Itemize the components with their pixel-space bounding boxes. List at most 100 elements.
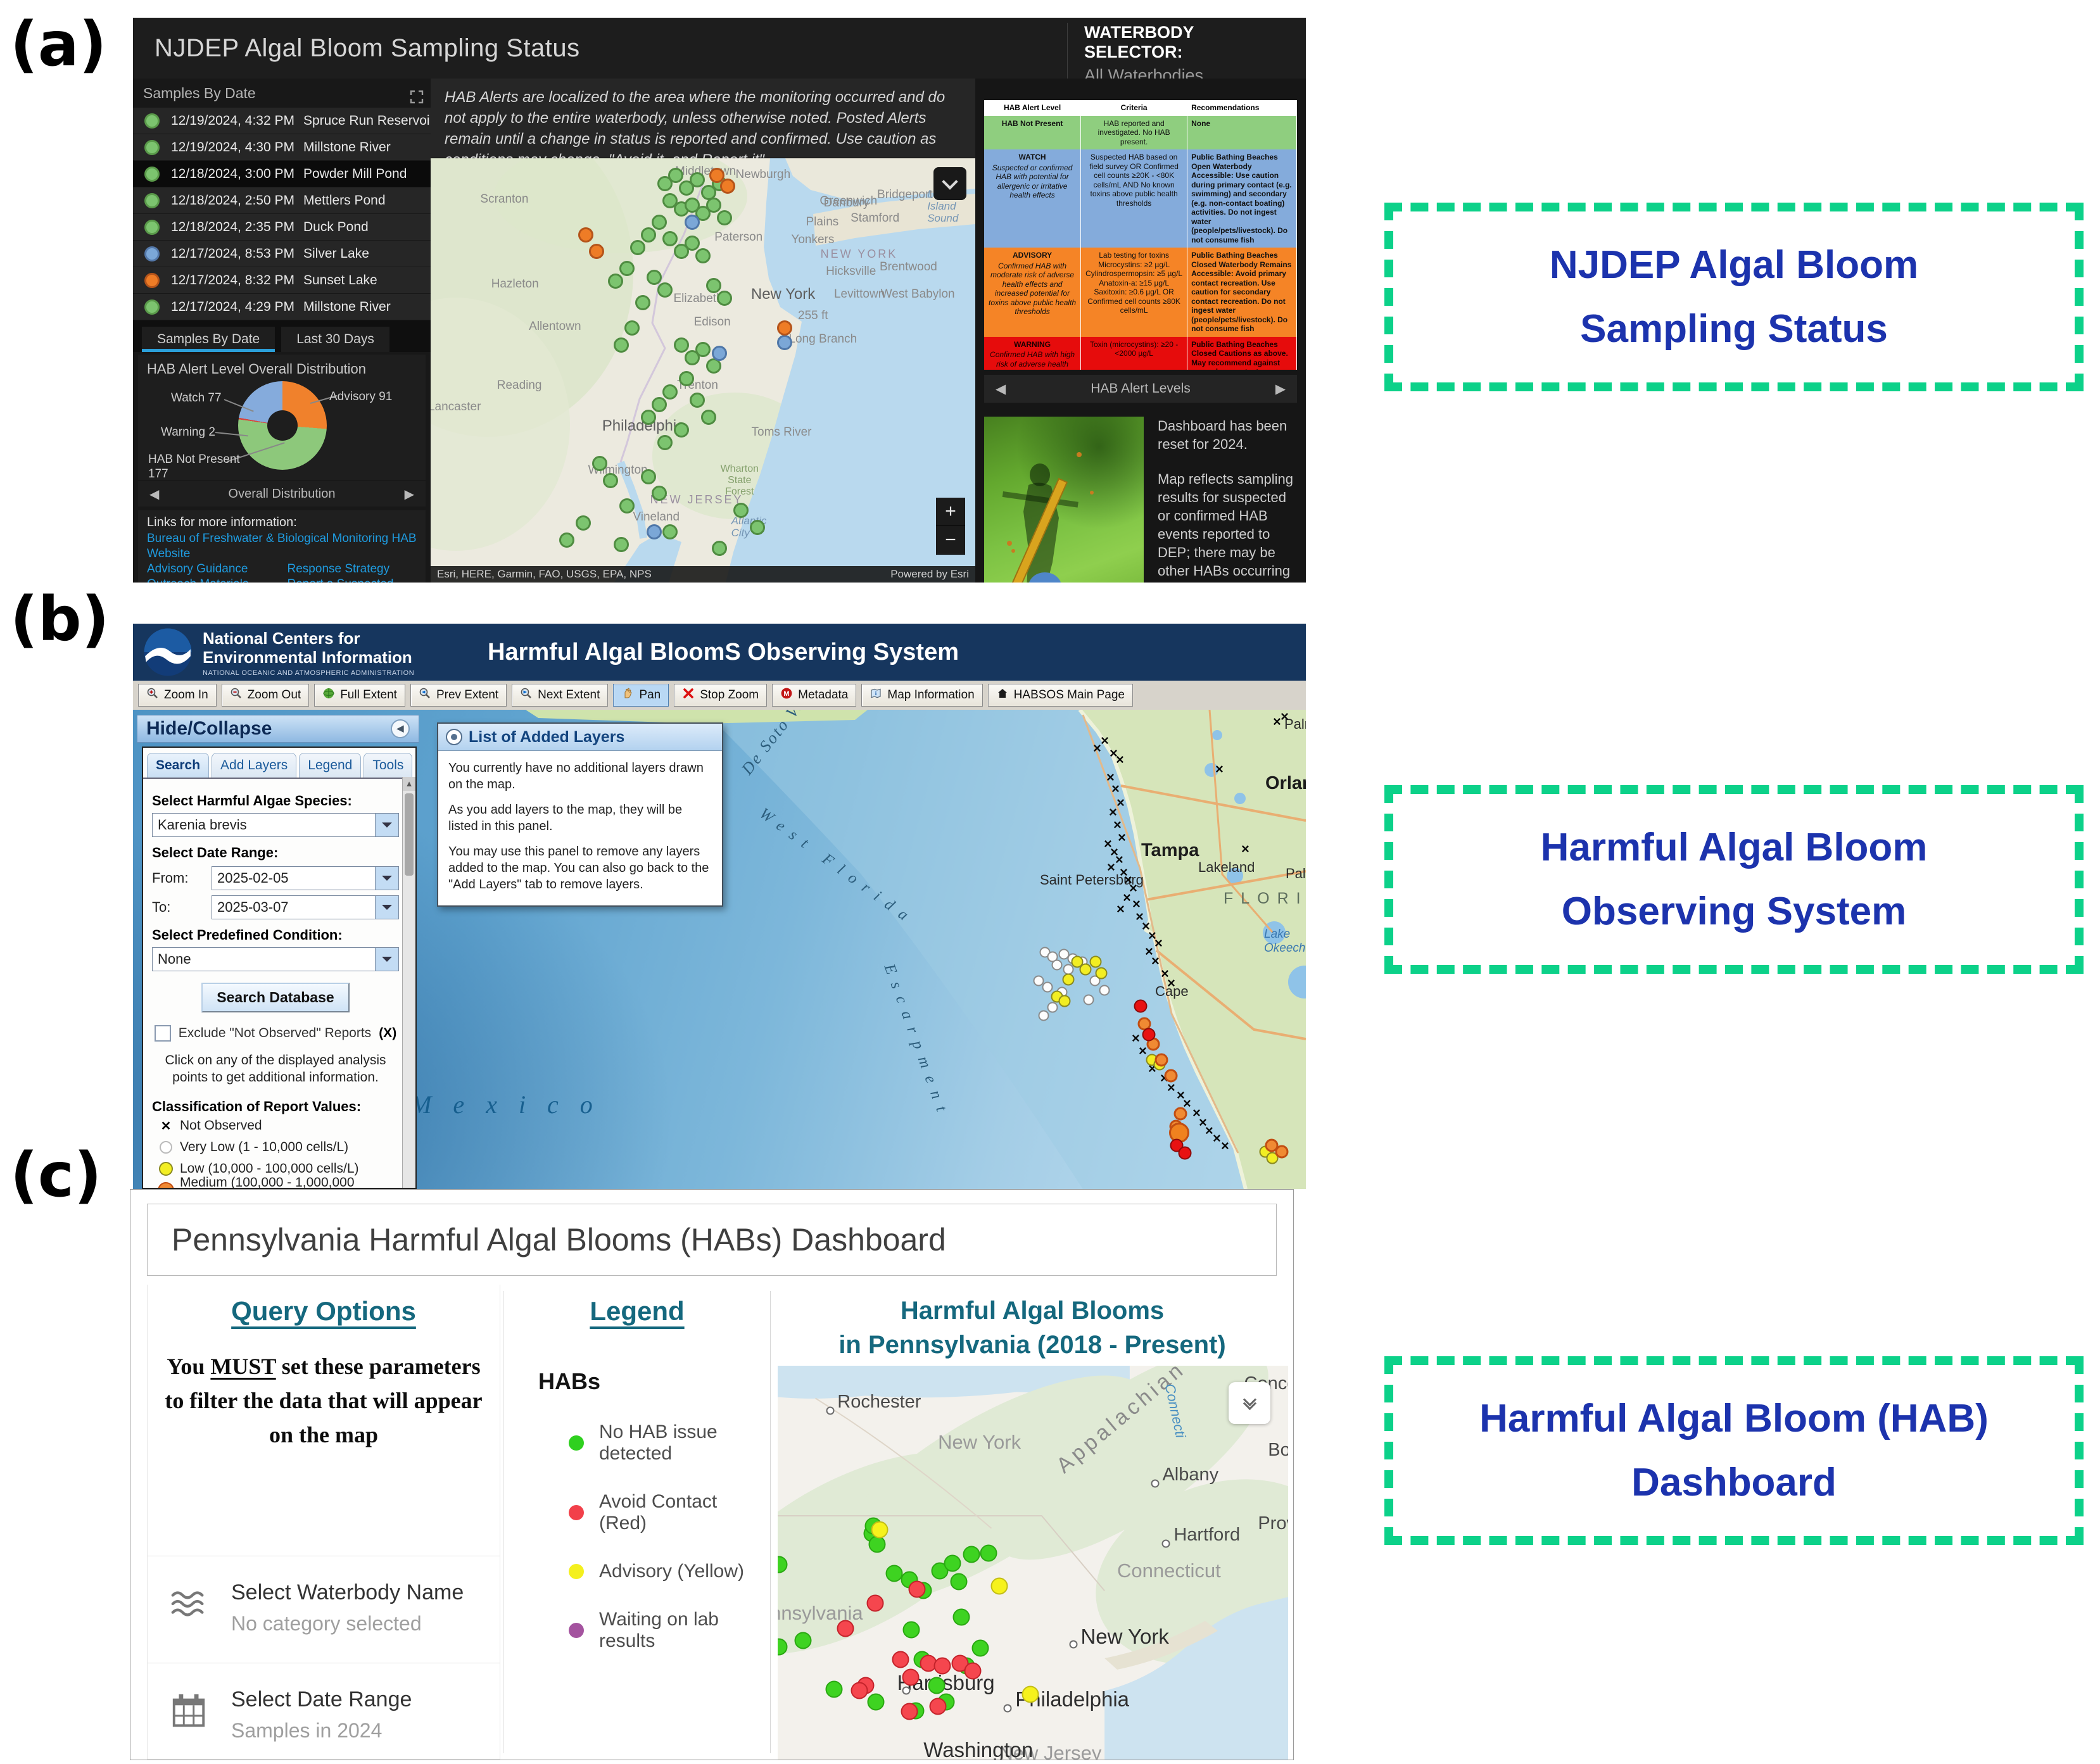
sample-site-dot-green[interactable] xyxy=(750,520,765,535)
sample-site-dot-green[interactable] xyxy=(662,524,678,539)
sample-site-dot-green[interactable] xyxy=(662,231,678,246)
dropdown-arrow-icon[interactable] xyxy=(375,814,398,836)
hab-point-red[interactable] xyxy=(964,1662,981,1679)
dropdown-arrow-icon[interactable] xyxy=(375,867,398,890)
hab-point-green[interactable] xyxy=(952,1608,970,1625)
scroll-up-icon[interactable]: ▲ xyxy=(403,777,415,791)
sample-site-dot-green[interactable] xyxy=(733,503,749,518)
not-observed-mark[interactable]: × xyxy=(1139,1043,1147,1059)
sample-site-dot-green[interactable] xyxy=(614,337,629,353)
report-point-white[interactable] xyxy=(1052,960,1063,971)
sample-site-dot-green[interactable] xyxy=(657,282,673,298)
to-date-dropdown[interactable]: 2025-03-07 xyxy=(212,895,399,919)
sample-site-dot-green[interactable] xyxy=(619,498,635,513)
next-extent-button[interactable]: Next Extent xyxy=(512,684,608,707)
hab-point-green[interactable] xyxy=(928,1677,946,1694)
sample-row[interactable]: 12/17/2024, 4:29 PMMillstone River xyxy=(133,294,431,320)
report-point-yellow[interactable] xyxy=(1063,974,1075,986)
report-point-white[interactable] xyxy=(1039,1011,1049,1021)
hab-point-red[interactable] xyxy=(837,1620,854,1637)
tab-legend[interactable]: Legend xyxy=(299,753,361,778)
query-row-select-date-range[interactable]: Select Date RangeSamples in 2024 xyxy=(148,1663,500,1760)
hab-point-red[interactable] xyxy=(851,1682,868,1699)
not-observed-mark[interactable]: × xyxy=(1215,761,1224,778)
hab-point-yellow[interactable] xyxy=(991,1577,1008,1594)
sample-site-dot-green[interactable] xyxy=(717,291,732,306)
exclude-checkbox[interactable] xyxy=(155,1025,171,1042)
nj-map[interactable]: ScrantonMiddletownNewburghDanburyHazleto… xyxy=(431,158,975,583)
report-point-orange[interactable] xyxy=(1155,1054,1168,1067)
report-point-red[interactable] xyxy=(1179,1147,1192,1160)
sample-site-dot-green[interactable] xyxy=(647,270,662,285)
pan-button[interactable]: Pan xyxy=(613,684,669,707)
dropdown-arrow-icon[interactable] xyxy=(375,896,398,919)
sample-site-dot-green[interactable] xyxy=(695,248,711,263)
hab-point-green[interactable] xyxy=(868,1536,885,1553)
panel-scrollbar[interactable]: ▲ xyxy=(402,777,415,1188)
map-information-button[interactable]: iMap Information xyxy=(861,684,982,707)
report-point-orange[interactable] xyxy=(1275,1145,1289,1159)
link-response-strategy[interactable]: Response Strategy xyxy=(288,562,417,577)
not-observed-mark[interactable]: × xyxy=(1107,859,1115,876)
sample-site-dot-green[interactable] xyxy=(635,295,650,310)
sample-site-dot-blue[interactable] xyxy=(777,335,792,350)
tab-add-layers[interactable]: Add Layers xyxy=(212,753,296,778)
sample-site-dot-green[interactable] xyxy=(614,537,629,552)
report-point-red[interactable] xyxy=(1142,1028,1156,1042)
sample-site-dot-green[interactable] xyxy=(679,371,694,386)
link-outreach-materials[interactable]: Outreach Materials xyxy=(147,577,288,583)
stop-zoom-button[interactable]: Stop Zoom xyxy=(674,684,767,707)
hab-point-green[interactable] xyxy=(950,1573,967,1590)
dropdown-arrow-icon[interactable] xyxy=(375,948,398,971)
not-observed-mark[interactable]: × xyxy=(1154,935,1163,952)
not-observed-mark[interactable]: × xyxy=(1167,975,1175,992)
report-point-white[interactable] xyxy=(1047,1002,1058,1013)
sample-site-dot-green[interactable] xyxy=(652,486,667,501)
sample-site-dot-orange[interactable] xyxy=(578,227,593,243)
search-database-button[interactable]: Search Database xyxy=(201,983,349,1012)
report-point-yellow[interactable] xyxy=(1080,964,1092,976)
full-extent-button[interactable]: Full Extent xyxy=(314,684,405,707)
next-arrow-icon[interactable]: ▶ xyxy=(405,486,414,502)
sample-site-dot-green[interactable] xyxy=(701,410,716,425)
hab-point-red[interactable] xyxy=(892,1651,909,1668)
hab-point-red[interactable] xyxy=(866,1595,883,1612)
sample-site-dot-green[interactable] xyxy=(641,410,656,425)
waterbody-selector[interactable]: WATERBODY SELECTOR: All Waterbodies xyxy=(1067,23,1297,85)
query-row-select-waterbody-name[interactable]: Select Waterbody NameNo category selecte… xyxy=(148,1556,500,1663)
sample-row[interactable]: 12/18/2024, 2:50 PMMettlers Pond xyxy=(133,187,431,214)
next-arrow-icon[interactable]: ▶ xyxy=(1275,381,1286,397)
sample-row[interactable]: 12/17/2024, 8:53 PMSilver Lake xyxy=(133,241,431,267)
sample-site-dot-green[interactable] xyxy=(608,274,623,289)
sample-site-dot-green[interactable] xyxy=(674,337,689,353)
collapse-legend-button[interactable] xyxy=(1229,1382,1270,1424)
sample-site-dot-green[interactable] xyxy=(576,515,591,531)
hab-point-green[interactable] xyxy=(867,1694,884,1711)
hab-point-red[interactable] xyxy=(909,1581,926,1598)
sample-site-dot-green[interactable] xyxy=(641,469,656,484)
hab-point-yellow[interactable] xyxy=(1022,1686,1039,1703)
report-point-yellow[interactable] xyxy=(1090,956,1102,968)
not-observed-mark[interactable]: × xyxy=(1273,714,1281,730)
collapse-arrow-icon[interactable]: ◀ xyxy=(391,719,410,738)
zoom-out-button[interactable]: Zoom Out xyxy=(222,684,309,707)
report-point-orange[interactable] xyxy=(1174,1107,1187,1121)
not-observed-mark[interactable]: × xyxy=(1281,710,1289,725)
hab-point-green[interactable] xyxy=(971,1640,989,1657)
sample-site-dot-orange[interactable] xyxy=(777,320,792,336)
hab-point-green[interactable] xyxy=(980,1545,997,1562)
gulf-map[interactable]: of Mexico De Soto Va West Florida Escarp… xyxy=(133,710,1306,1189)
sample-site-dot-green[interactable] xyxy=(668,168,683,183)
sample-site-dot-green[interactable] xyxy=(690,172,705,187)
sample-row[interactable]: 12/19/2024, 4:32 PMSpruce Run Reservoir xyxy=(133,108,431,134)
sample-site-dot-orange[interactable] xyxy=(720,179,735,194)
scrollbar-thumb[interactable] xyxy=(405,793,414,876)
hab-point-green[interactable] xyxy=(963,1546,980,1563)
hab-point-red[interactable] xyxy=(902,1668,920,1685)
sample-site-dot-green[interactable] xyxy=(695,342,711,357)
hide-collapse-bar[interactable]: Hide/Collapse ◀ xyxy=(137,715,419,743)
report-point-white[interactable] xyxy=(1084,995,1094,1005)
zoom-out-button[interactable]: − xyxy=(936,526,965,555)
tab-search[interactable]: Search xyxy=(147,753,209,778)
sample-site-dot-green[interactable] xyxy=(706,198,721,213)
